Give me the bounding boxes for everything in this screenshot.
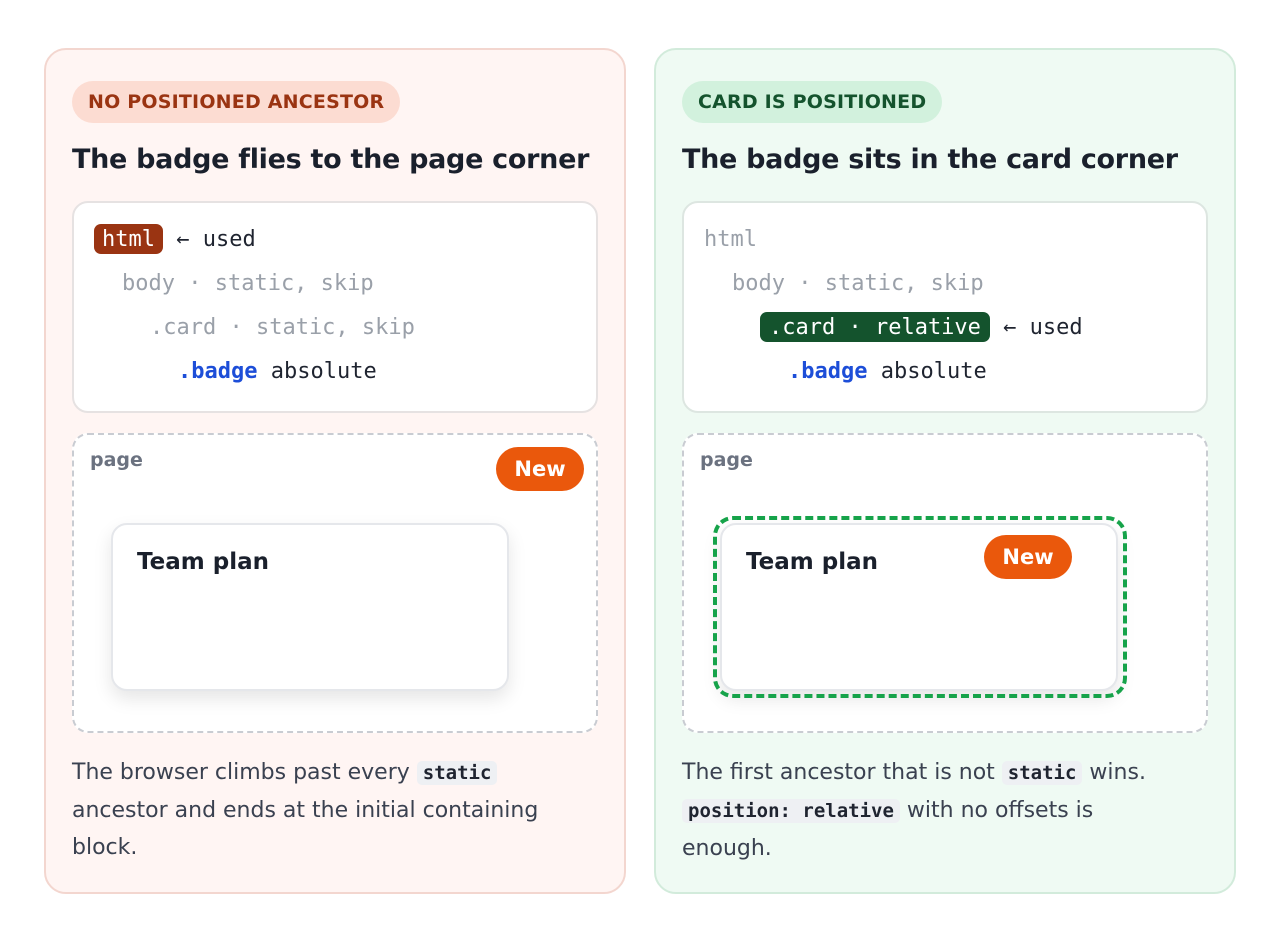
tree-row-card: .card · static, skip: [150, 312, 415, 342]
page-stage: page Team plan New: [682, 433, 1208, 733]
card-title: Team plan: [746, 549, 878, 575]
ancestor-tree: html ← used body · static, skip .card · …: [72, 201, 598, 413]
tree-row-body: body · static, skip: [122, 268, 374, 298]
tree-node-badge-selector: .badge: [178, 358, 258, 384]
tree-node-body: body · static, skip: [732, 270, 984, 296]
tree-note-used: ← used: [989, 314, 1083, 340]
tree-node-card: .card · relative: [760, 312, 990, 342]
tree-row-body: body · static, skip: [732, 268, 984, 298]
tree-node-badge-position: absolute: [867, 358, 987, 384]
panel-heading: The badge sits in the card corner: [682, 144, 1178, 175]
caption-text: The first ancestor that is not: [682, 760, 1002, 785]
caption-code-position-relative: position: relative: [682, 799, 900, 823]
caption-text: wins.: [1082, 760, 1146, 785]
tree-node-badge-selector: .badge: [788, 358, 868, 384]
tree-node-body: body · static, skip: [122, 270, 374, 296]
page-stage: page Team plan New: [72, 433, 598, 733]
panel-caption: The first ancestor that is not static wi…: [682, 754, 1182, 867]
card-title: Team plan: [137, 549, 269, 575]
panel-card-is-positioned: CARD IS POSITIONED The badge sits in the…: [654, 48, 1236, 894]
team-plan-card: Team plan New: [720, 523, 1118, 691]
panel-caption: The browser climbs past every static anc…: [72, 754, 572, 866]
new-badge: New: [496, 447, 584, 491]
tree-row-card: .card · relative ← used: [760, 312, 1083, 342]
team-plan-card: Team plan: [111, 523, 509, 691]
stage-label: page: [90, 449, 143, 471]
tree-row-badge: .badge absolute: [178, 356, 377, 386]
caption-code-static: static: [416, 761, 498, 785]
tree-row-badge: .badge absolute: [788, 356, 987, 386]
caption-text: The browser climbs past every: [72, 760, 417, 785]
tree-node-badge-position: absolute: [257, 358, 377, 384]
panel-no-positioned-ancestor: NO POSITIONED ANCESTOR The badge flies t…: [44, 48, 626, 894]
ancestor-tree: html body · static, skip .card · relativ…: [682, 201, 1208, 413]
tree-node-html: html: [94, 224, 163, 254]
tree-note-used: ← used: [162, 226, 256, 252]
caption-text: ancestor and ends at the initial contain…: [72, 798, 539, 860]
tree-node-html: html: [704, 226, 757, 252]
new-badge: New: [984, 535, 1072, 579]
caption-code-static: static: [1001, 761, 1083, 785]
status-pill: CARD IS POSITIONED: [682, 81, 943, 123]
status-pill: NO POSITIONED ANCESTOR: [72, 81, 401, 123]
stage-label: page: [700, 449, 753, 471]
tree-node-card: .card · static, skip: [150, 314, 415, 340]
tree-row-html: html: [704, 224, 757, 254]
panel-heading: The badge flies to the page corner: [72, 144, 590, 175]
tree-row-html: html ← used: [94, 224, 256, 254]
